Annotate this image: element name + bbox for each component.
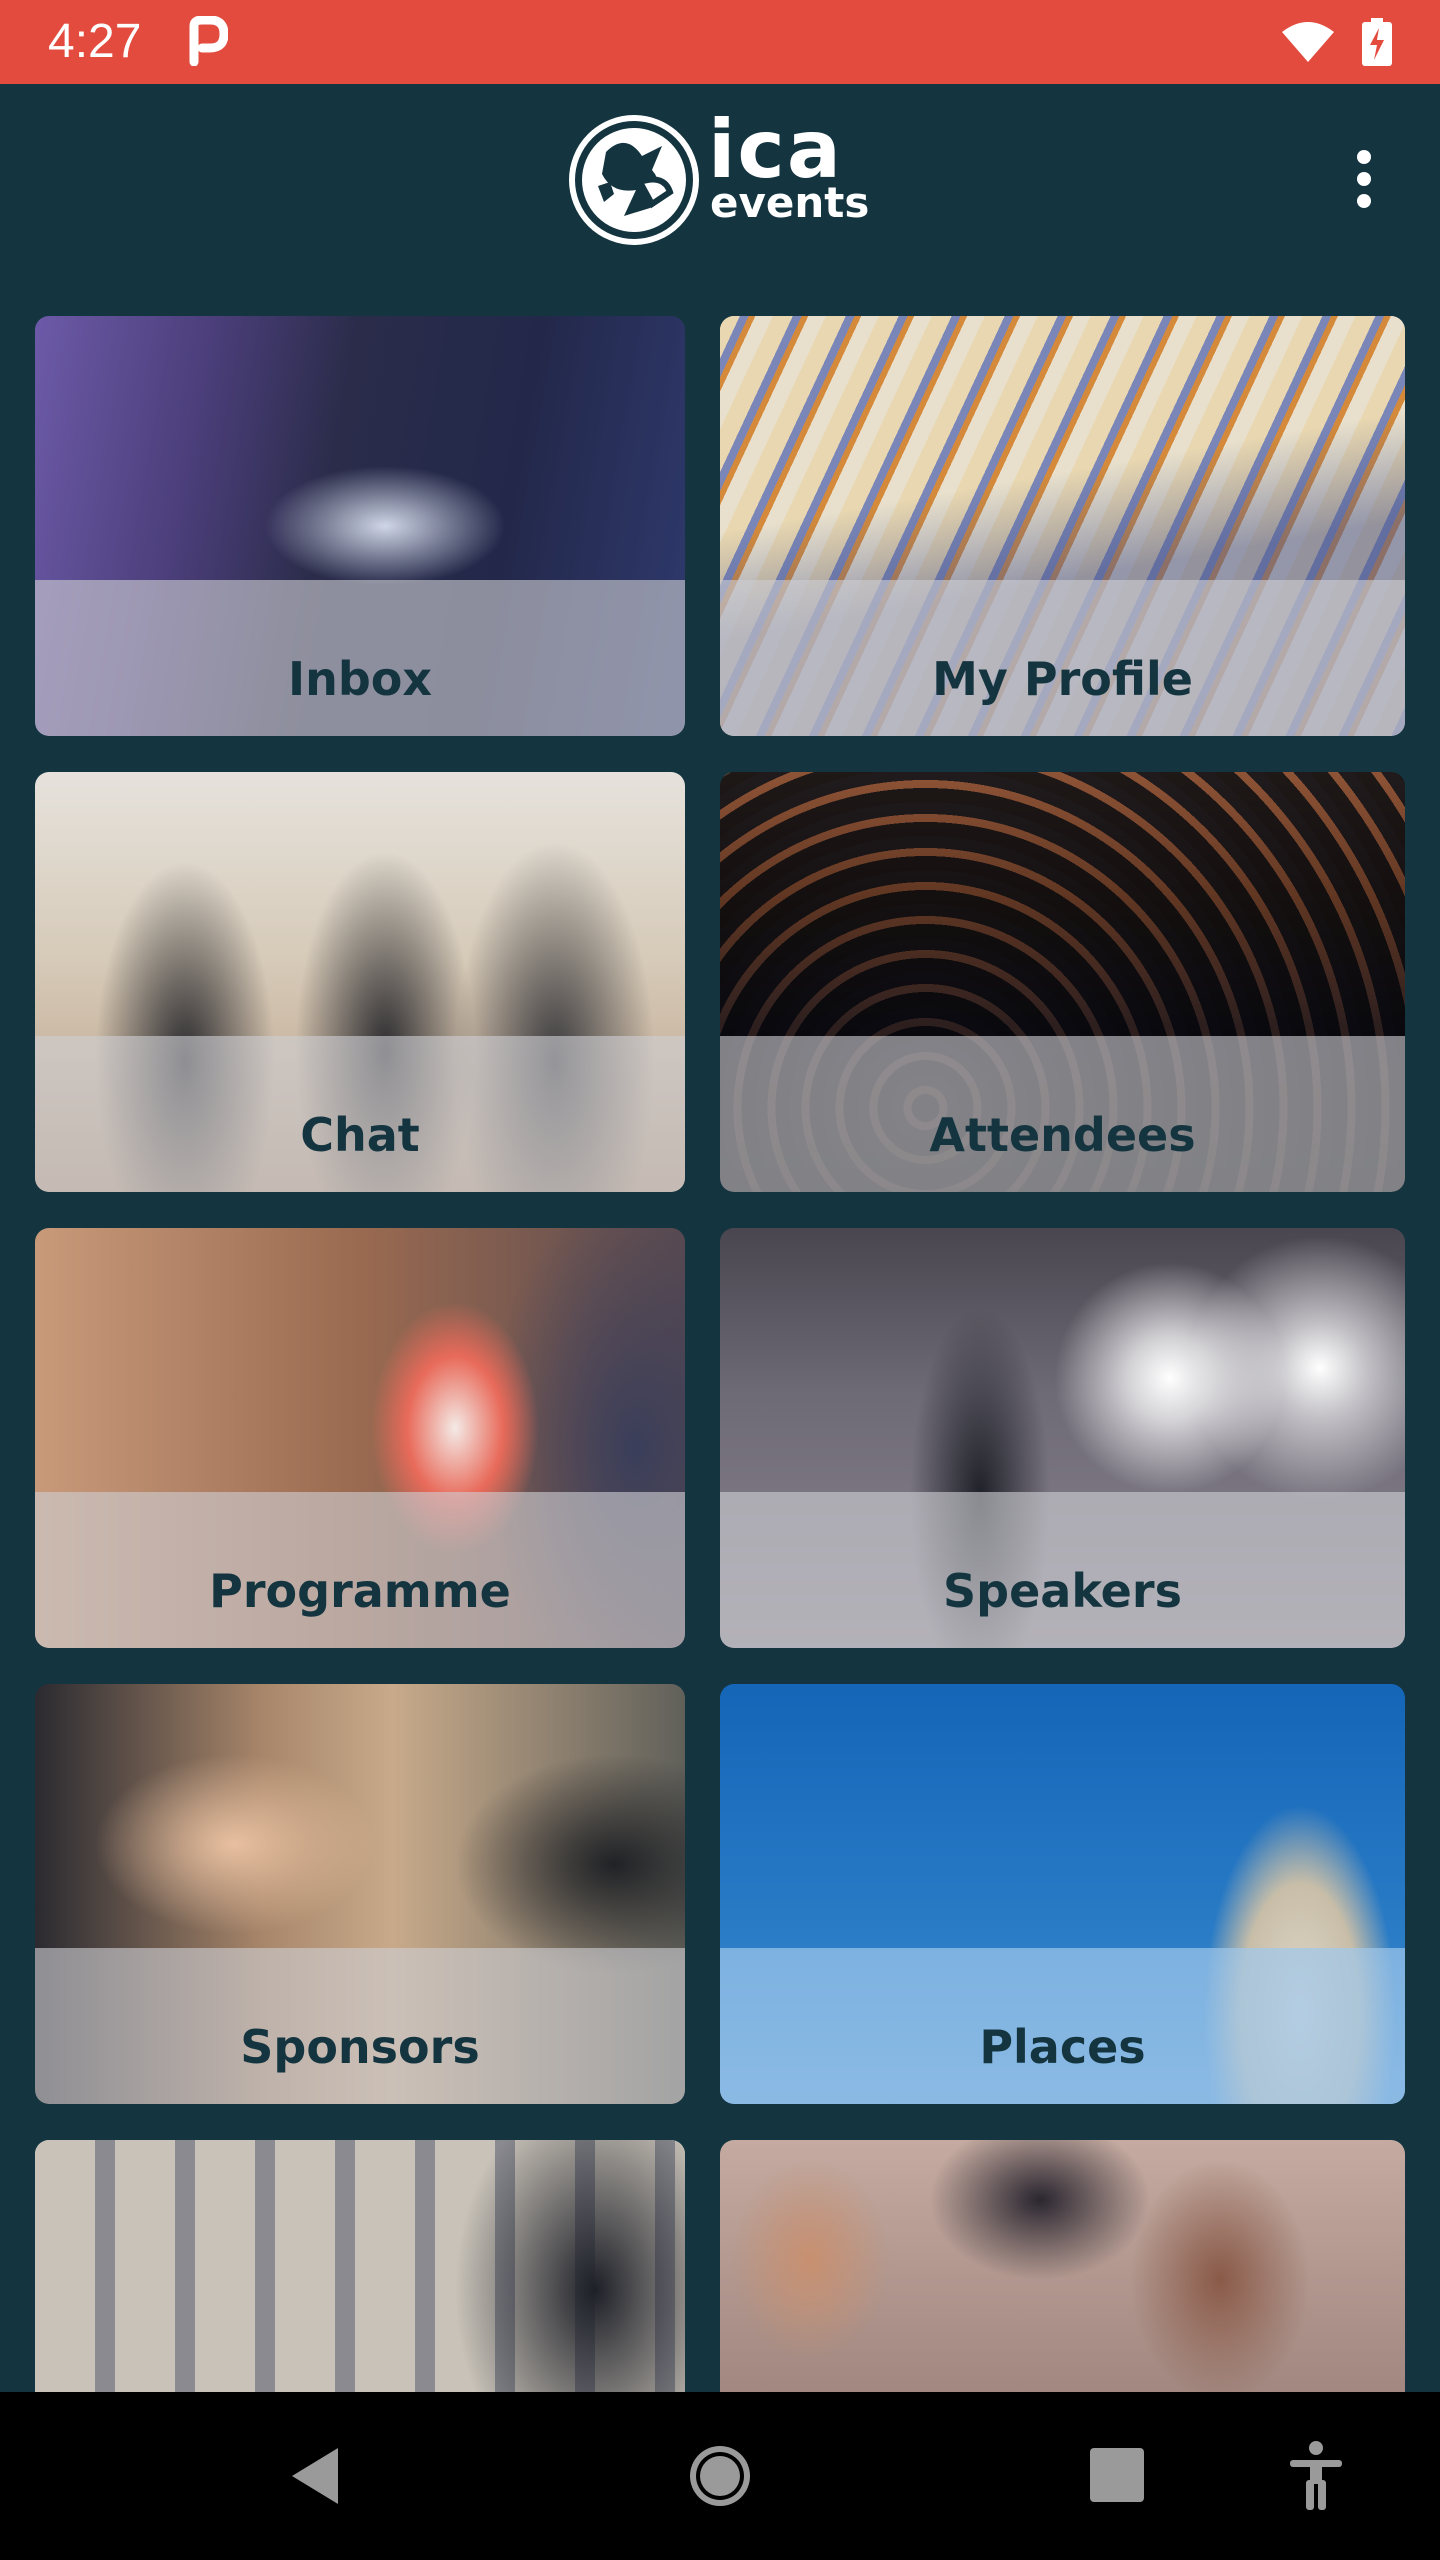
more-vertical-icon [1357, 150, 1371, 164]
battery-charging-icon [1362, 18, 1392, 66]
home-circle-icon[interactable] [680, 2436, 760, 2516]
tile-label: Sponsors [240, 2020, 480, 2074]
app-bar: ica events [0, 84, 1440, 280]
status-bar: 4:27 [0, 0, 1440, 84]
tile-chat[interactable]: Chat [35, 772, 685, 1192]
tile-attendees[interactable]: Attendees [720, 772, 1405, 1192]
tile-places[interactable]: Places [720, 1684, 1405, 2104]
partial-left-photo [35, 2140, 685, 2392]
tile-partial-left[interactable] [35, 2140, 685, 2392]
tile-label: Places [979, 2020, 1146, 2074]
accessibility-icon[interactable] [1276, 2436, 1356, 2516]
partial-right-photo [720, 2140, 1405, 2392]
more-vertical-dot [1357, 172, 1371, 186]
tile-label: Chat [300, 1108, 420, 1162]
tile-inbox[interactable]: Inbox [35, 316, 685, 736]
tile-partial-right[interactable] [720, 2140, 1405, 2392]
dashboard-grid: Inbox My Profile Chat Attendees Programm… [0, 280, 1440, 2392]
tile-speakers[interactable]: Speakers [720, 1228, 1405, 1648]
logo-emblem-icon [569, 115, 699, 245]
more-options-button[interactable] [1336, 144, 1392, 224]
tile-label: Attendees [929, 1108, 1196, 1162]
status-time: 4:27 [48, 15, 142, 68]
tile-label: My Profile [932, 652, 1193, 706]
tile-label: Programme [209, 1564, 511, 1618]
more-vertical-dot [1357, 194, 1371, 208]
recents-square-icon[interactable] [1078, 2436, 1158, 2516]
logo-text-sub: events [710, 178, 870, 227]
back-triangle-icon[interactable] [276, 2436, 356, 2516]
tile-sponsors[interactable]: Sponsors [35, 1684, 685, 2104]
tile-label: Speakers [943, 1564, 1182, 1618]
parking-p-icon [189, 16, 228, 66]
system-nav-bar [0, 2392, 1440, 2560]
tile-my-profile[interactable]: My Profile [720, 316, 1405, 736]
tile-label: Inbox [287, 652, 433, 706]
tile-programme[interactable]: Programme [35, 1228, 685, 1648]
wifi-icon [1282, 22, 1334, 62]
ica-events-logo: ica events [566, 103, 876, 248]
